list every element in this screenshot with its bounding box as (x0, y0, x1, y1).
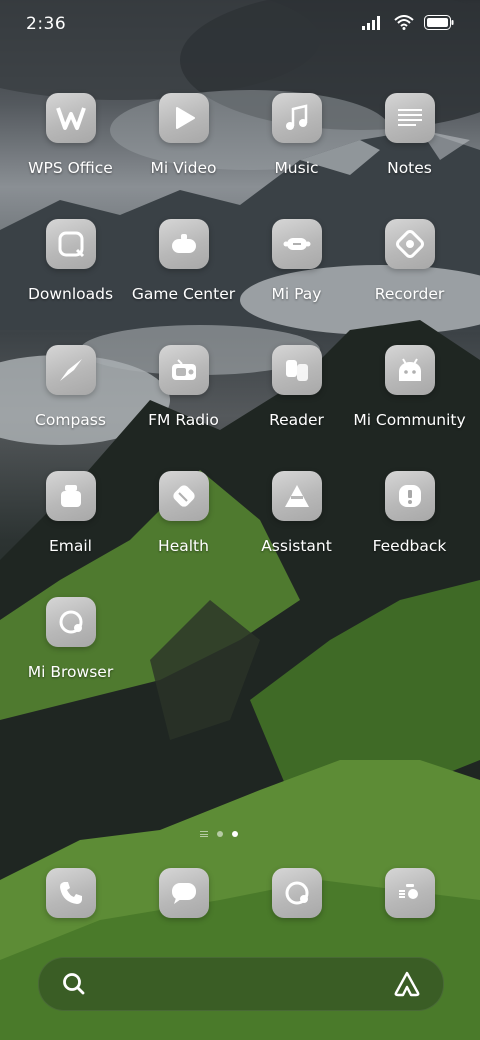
app-label: Music (274, 159, 319, 177)
dock-browser[interactable] (240, 868, 353, 918)
cellular-signal-icon (362, 15, 380, 30)
health-icon (158, 471, 209, 521)
dock-camera[interactable] (353, 868, 466, 918)
app-feedback[interactable]: Feedback (353, 471, 466, 555)
page-dot-list (200, 831, 208, 837)
app-label: Game Center (131, 285, 236, 303)
app-label: Compass (35, 411, 106, 429)
phone-icon (45, 868, 96, 918)
wps-office-icon (45, 93, 96, 143)
music-note-icon (271, 93, 322, 143)
wifi-icon (394, 15, 414, 30)
app-label: Downloads (27, 285, 114, 303)
app-assistant[interactable]: Assistant (240, 471, 353, 555)
dock-messages[interactable] (127, 868, 240, 918)
app-label: Assistant (261, 537, 332, 555)
battery-icon (424, 15, 454, 30)
downloads-icon (45, 219, 96, 269)
app-downloads[interactable]: Downloads (14, 219, 127, 303)
status-icons (362, 15, 454, 30)
app-mi-pay[interactable]: Mi Pay (240, 219, 353, 303)
app-label: Notes (387, 159, 432, 177)
messages-icon (158, 868, 209, 918)
app-label: FM Radio (148, 411, 219, 429)
app-wps-office[interactable]: WPS Office (14, 93, 127, 177)
notes-icon (384, 93, 435, 143)
browser-icon (45, 597, 96, 647)
search-icon[interactable] (61, 971, 87, 997)
app-game-center[interactable]: Game Center (127, 219, 240, 303)
email-icon (45, 471, 96, 521)
app-label: Mi Community (353, 411, 466, 429)
app-label: Mi Video (150, 159, 217, 177)
play-icon (158, 93, 209, 143)
compass-icon (45, 345, 96, 395)
feedback-icon (384, 471, 435, 521)
android-icon (384, 345, 435, 395)
app-fm-radio[interactable]: FM Radio (127, 345, 240, 429)
app-label: Feedback (372, 537, 447, 555)
radio-icon (158, 345, 209, 395)
browser-icon (271, 868, 322, 918)
app-label: Recorder (374, 285, 445, 303)
app-mi-browser[interactable]: Mi Browser (14, 597, 127, 681)
app-music[interactable]: Music (240, 93, 353, 177)
app-label: Reader (269, 411, 324, 429)
app-label: Mi Browser (27, 663, 114, 681)
page-indicator[interactable] (200, 831, 238, 837)
dock-phone[interactable] (14, 868, 127, 918)
camera-icon (384, 868, 435, 918)
search-bar[interactable] (38, 957, 444, 1011)
app-mi-community[interactable]: Mi Community (353, 345, 466, 429)
app-email[interactable]: Email (14, 471, 127, 555)
app-mi-video[interactable]: Mi Video (127, 93, 240, 177)
app-health[interactable]: Health (127, 471, 240, 555)
app-label: Email (48, 537, 92, 555)
app-label: WPS Office (28, 159, 113, 177)
page-dot-active (232, 831, 238, 837)
clock: 2:36 (26, 14, 67, 34)
assistant-icon[interactable] (393, 970, 421, 998)
app-recorder[interactable]: Recorder (353, 219, 466, 303)
app-compass[interactable]: Compass (14, 345, 127, 429)
assistant-icon (271, 471, 322, 521)
mi-pay-icon (271, 219, 322, 269)
gamepad-icon (158, 219, 209, 269)
app-notes[interactable]: Notes (353, 93, 466, 177)
page-dot (217, 831, 223, 837)
status-bar: 2:36 (0, 0, 480, 50)
app-reader[interactable]: Reader (240, 345, 353, 429)
app-label: Mi Pay (271, 285, 322, 303)
reader-icon (271, 345, 322, 395)
app-label: Health (158, 537, 209, 555)
recorder-icon (384, 219, 435, 269)
